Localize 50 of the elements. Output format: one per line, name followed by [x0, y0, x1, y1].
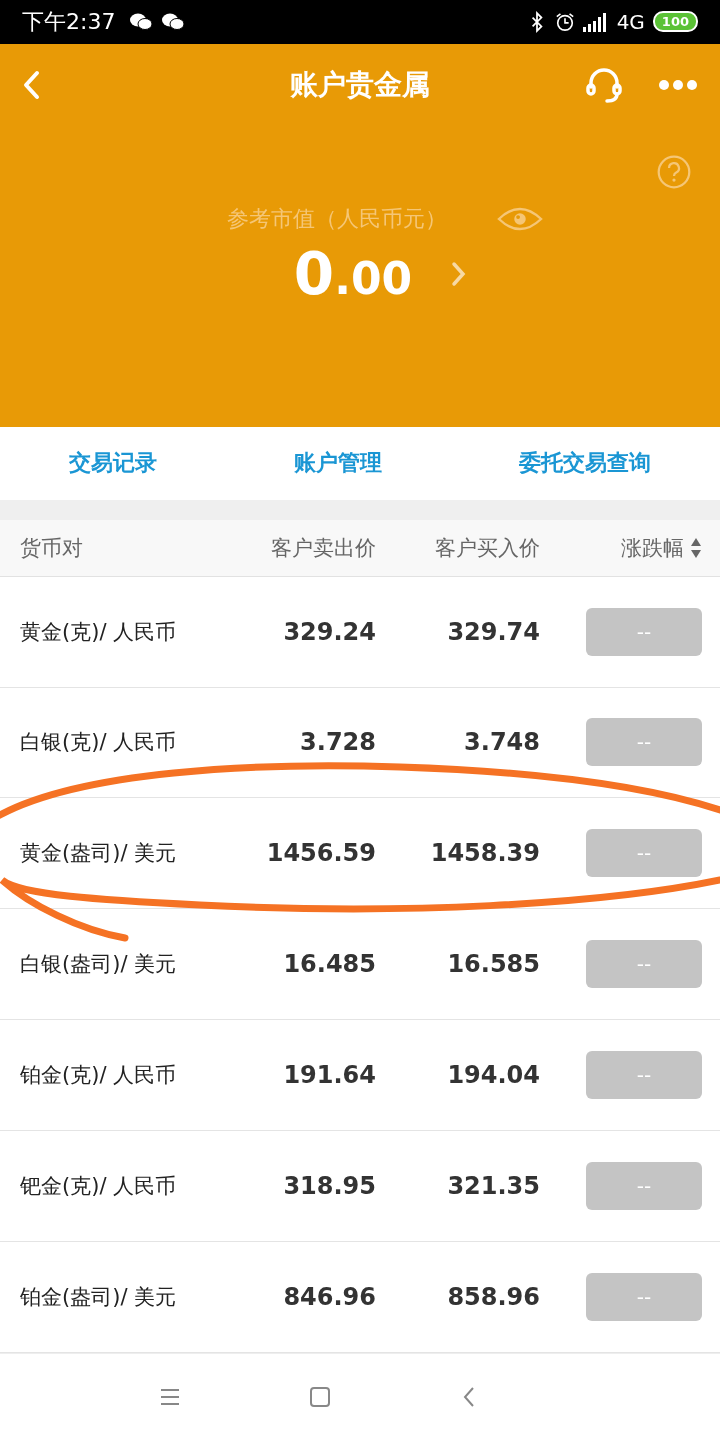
help-icon[interactable] [656, 153, 692, 190]
pair-cell-text: 黄金(盎司)/ 美元 [19, 840, 178, 868]
chat-icon [161, 12, 186, 32]
home-icon[interactable] [308, 1385, 332, 1409]
price-cell-text: 329.74 [446, 617, 540, 646]
more-icon[interactable] [658, 78, 698, 91]
price-cell-text: 321.35 [446, 1172, 540, 1201]
change-button[interactable]: -- [586, 940, 702, 989]
column-header: 货币对 [19, 534, 84, 562]
price-cell-text: 329.24 [282, 617, 376, 646]
chat-icon [129, 12, 154, 32]
tab-link[interactable]: 交易记录 [64, 442, 161, 485]
change-button[interactable]: -- [586, 1273, 702, 1322]
change-button[interactable]: -- [586, 718, 702, 767]
column-header: 客户买入价 [434, 534, 540, 562]
pair-cell-text: 白银(克)/ 人民币 [19, 729, 178, 757]
tab-link[interactable]: 账户管理 [290, 442, 386, 485]
change-button[interactable]: -- [586, 829, 702, 878]
price-cell-text: 318.95 [282, 1172, 376, 1201]
pair-cell-text: 铂金(克)/ 人民币 [19, 1062, 178, 1090]
price-cell-text: 16.585 [446, 950, 540, 979]
signal-icon [582, 12, 609, 32]
pair-cell-text: 白银(盎司)/ 美元 [19, 951, 178, 979]
price-cell-text: 1456.59 [265, 839, 376, 868]
status-time: 下午2:37 [22, 8, 116, 36]
balance-label: 参考市值（人民币元） [227, 204, 447, 233]
change-button[interactable]: -- [586, 607, 702, 656]
tab-link[interactable]: 委托交易查询 [515, 442, 656, 485]
pair-cell-text: 钯金(克)/ 人民币 [19, 1173, 178, 1201]
change-button[interactable]: -- [586, 1051, 702, 1100]
alarm-icon [554, 11, 575, 33]
price-cell-text: 194.04 [446, 1061, 540, 1090]
column-header: 客户卖出价 [270, 534, 376, 562]
network-label: 4G [616, 10, 645, 34]
price-cell-text: 16.485 [282, 950, 376, 979]
pair-cell-text: 黄金(克)/ 人民币 [19, 618, 178, 646]
back-icon[interactable] [22, 68, 42, 101]
price-cell-text: 191.64 [282, 1061, 376, 1090]
price-cell-text: 3.728 [299, 728, 376, 757]
column-header: 涨跌幅 [621, 534, 685, 562]
page-title: 账户贵金属 [290, 66, 430, 103]
price-cell-text: 1458.39 [429, 839, 540, 868]
pair-cell-text: 铂金(盎司)/ 美元 [19, 1284, 178, 1312]
price-cell-text: 858.96 [446, 1283, 540, 1312]
balance-value: 0.00 [293, 239, 413, 308]
price-cell-text: 846.96 [282, 1283, 376, 1312]
chevron-right-icon[interactable] [450, 259, 467, 288]
change-button[interactable]: -- [586, 1162, 702, 1211]
battery-indicator: 100 [652, 11, 698, 33]
price-cell-text: 3.748 [463, 728, 540, 757]
